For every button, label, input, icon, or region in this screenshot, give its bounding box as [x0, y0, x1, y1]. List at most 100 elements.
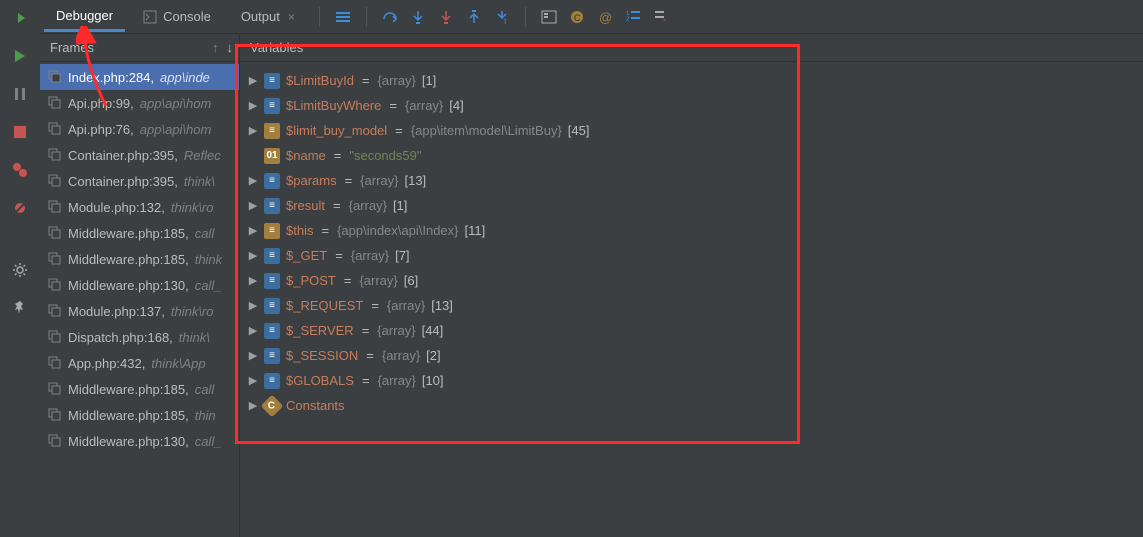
settings-button[interactable]: [8, 258, 32, 282]
frame-location: call_: [195, 278, 222, 293]
frame-location: call_: [195, 434, 222, 449]
frames-list[interactable]: Index.php:284, app\indeApi.php:99, app\a…: [40, 62, 239, 537]
variable-row[interactable]: ▶≡ $_POST = {array} [6]: [248, 268, 1135, 293]
stop-button[interactable]: [8, 120, 32, 144]
divider: [525, 7, 526, 27]
variable-name: $_SERVER: [286, 323, 354, 338]
variable-row[interactable]: ▶C Constants: [248, 393, 1135, 418]
variable-row[interactable]: ▶≡ $limit_buy_model = {app\item\model\Li…: [248, 118, 1135, 143]
variable-row[interactable]: ▶≡ $this = {app\index\api\Index} [11]: [248, 218, 1135, 243]
variables-list[interactable]: ▶≡ $LimitBuyId = {array} [1]▶≡ $LimitBuy…: [240, 62, 1143, 537]
layout-button[interactable]: [332, 6, 354, 28]
variable-type: {array}: [351, 248, 389, 263]
variable-count: [2]: [426, 348, 440, 363]
pin-button[interactable]: [8, 296, 32, 320]
frames-header: Frames ↑ ↓: [40, 34, 239, 62]
frame-file: App.php:432,: [68, 356, 145, 371]
step-over-button[interactable]: [379, 6, 401, 28]
frame-prev-icon[interactable]: ↑: [212, 40, 219, 55]
tab-output-label: Output: [241, 9, 280, 24]
stack-frame-icon: [48, 304, 62, 318]
frame-file: Container.php:395,: [68, 174, 178, 189]
frame-location: think: [195, 252, 222, 267]
frame-row[interactable]: Middleware.php:185, think: [40, 246, 239, 272]
array-icon: ≡: [264, 373, 280, 389]
variable-name: $params: [286, 173, 337, 188]
frame-location: think\: [184, 174, 215, 189]
tab-debugger[interactable]: Debugger: [44, 2, 125, 32]
frame-row[interactable]: Container.php:395, think\: [40, 168, 239, 194]
variable-count: [10]: [422, 373, 444, 388]
variable-row[interactable]: ▶≡ $LimitBuyId = {array} [1]: [248, 68, 1135, 93]
variable-row[interactable]: ▶≡ $_SESSION = {array} [2]: [248, 343, 1135, 368]
expand-icon[interactable]: ▶: [248, 199, 258, 212]
view-breakpoints-button[interactable]: [8, 158, 32, 182]
expand-icon[interactable]: ▶: [248, 224, 258, 237]
variable-row[interactable]: ▶≡ $GLOBALS = {array} [10]: [248, 368, 1135, 393]
frame-row[interactable]: Middleware.php:185, thin: [40, 402, 239, 428]
frame-location: thin: [195, 408, 216, 423]
frame-row[interactable]: Middleware.php:185, call: [40, 220, 239, 246]
evaluate-button[interactable]: [538, 6, 560, 28]
frame-row[interactable]: Api.php:99, app\api\hom: [40, 90, 239, 116]
frame-row[interactable]: Dispatch.php:168, think\: [40, 324, 239, 350]
frame-next-icon[interactable]: ↓: [227, 40, 234, 55]
expand-icon[interactable]: ▶: [248, 374, 258, 387]
frame-location: call: [195, 382, 215, 397]
stack-frame-icon: [48, 434, 62, 448]
frame-file: Api.php:99,: [68, 96, 134, 111]
watches-at-button[interactable]: @: [594, 6, 616, 28]
frame-row[interactable]: Index.php:284, app\inde: [40, 64, 239, 90]
resume-button[interactable]: [8, 44, 32, 68]
variable-row[interactable]: ▶≡ $LimitBuyWhere = {array} [4]: [248, 93, 1135, 118]
tab-console[interactable]: Console: [131, 3, 223, 30]
variable-row[interactable]: ▶≡ $_SERVER = {array} [44]: [248, 318, 1135, 343]
watches-remove-button[interactable]: -: [650, 6, 672, 28]
expand-icon[interactable]: ▶: [248, 99, 258, 112]
watches-c-button[interactable]: C: [566, 6, 588, 28]
run-to-cursor-button[interactable]: I: [491, 6, 513, 28]
variable-row[interactable]: 01 $name = "seconds59": [248, 143, 1135, 168]
step-out-button[interactable]: [463, 6, 485, 28]
variable-name: $_POST: [286, 273, 336, 288]
expand-icon[interactable]: ▶: [248, 274, 258, 287]
pause-button[interactable]: [8, 82, 32, 106]
svg-text:I: I: [504, 17, 506, 25]
variable-type: {array}: [377, 323, 415, 338]
rerun-button[interactable]: [8, 6, 32, 30]
expand-icon[interactable]: ▶: [248, 349, 258, 362]
frame-row[interactable]: Module.php:132, think\ro: [40, 194, 239, 220]
frame-file: Middleware.php:130,: [68, 434, 189, 449]
variable-row[interactable]: ▶≡ $params = {array} [13]: [248, 168, 1135, 193]
expand-icon[interactable]: ▶: [248, 74, 258, 87]
frame-location: app\api\hom: [140, 122, 212, 137]
frame-row[interactable]: App.php:432, think\App: [40, 350, 239, 376]
frame-row[interactable]: Module.php:137, think\ro: [40, 298, 239, 324]
tab-output[interactable]: Output ×: [229, 3, 307, 30]
expand-icon[interactable]: ▶: [248, 299, 258, 312]
frame-file: Middleware.php:185,: [68, 252, 189, 267]
expand-icon[interactable]: ▶: [248, 124, 258, 137]
force-step-into-button[interactable]: [435, 6, 457, 28]
array-icon: ≡: [264, 298, 280, 314]
tab-console-label: Console: [163, 9, 211, 24]
array-icon: ≡: [264, 173, 280, 189]
variable-row[interactable]: ▶≡ $result = {array} [1]: [248, 193, 1135, 218]
frame-row[interactable]: Middleware.php:130, call_: [40, 272, 239, 298]
stack-frame-icon: [48, 252, 62, 266]
frame-row[interactable]: Middleware.php:130, call_: [40, 428, 239, 454]
frame-row[interactable]: Middleware.php:185, call: [40, 376, 239, 402]
variable-row[interactable]: ▶≡ $_GET = {array} [7]: [248, 243, 1135, 268]
expand-icon[interactable]: ▶: [248, 249, 258, 262]
mute-breakpoints-button[interactable]: [8, 196, 32, 220]
expand-icon[interactable]: ▶: [248, 324, 258, 337]
variable-row[interactable]: ▶≡ $_REQUEST = {array} [13]: [248, 293, 1135, 318]
frame-row[interactable]: Api.php:76, app\api\hom: [40, 116, 239, 142]
expand-icon[interactable]: ▶: [248, 399, 258, 412]
watches-list-button[interactable]: 12: [622, 6, 644, 28]
variable-name: $name: [286, 148, 326, 163]
close-icon[interactable]: ×: [288, 10, 295, 24]
expand-icon[interactable]: ▶: [248, 174, 258, 187]
step-into-button[interactable]: [407, 6, 429, 28]
frame-row[interactable]: Container.php:395, Reflec: [40, 142, 239, 168]
